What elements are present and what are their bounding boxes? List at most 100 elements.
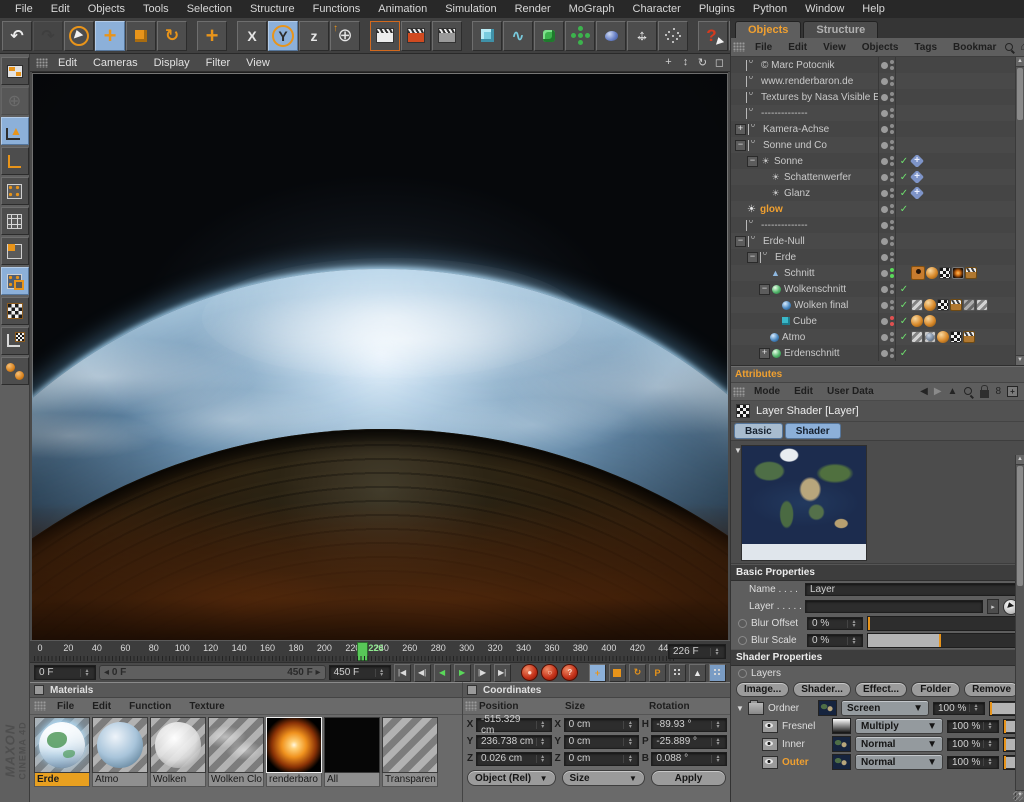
- attributes-menu-mode[interactable]: Mode: [747, 386, 787, 397]
- menu-help[interactable]: Help: [853, 3, 894, 15]
- layer-dot[interactable]: [881, 62, 888, 69]
- expander-icon[interactable]: −: [735, 140, 746, 151]
- tab-objects[interactable]: Objects: [735, 21, 801, 38]
- ik-mode-icon[interactable]: [1, 357, 29, 385]
- visibility-dots[interactable]: [890, 172, 894, 182]
- tab-structure[interactable]: Structure: [803, 21, 878, 38]
- move-icon[interactable]: [95, 21, 125, 51]
- visibility-dots[interactable]: [890, 108, 894, 118]
- materials-titlebar[interactable]: Materials: [30, 683, 462, 698]
- stripes-tag-icon[interactable]: [976, 299, 988, 311]
- eye-icon[interactable]: [762, 756, 778, 769]
- edge-mode-icon[interactable]: [1, 207, 29, 235]
- scale-icon[interactable]: [126, 21, 156, 51]
- position-field[interactable]: 236.738 cm▴▾: [476, 735, 552, 749]
- opacity-field[interactable]: 100 %▴▾: [933, 702, 985, 715]
- particles-icon[interactable]: [658, 21, 688, 51]
- texture-mode-icon[interactable]: [1, 267, 29, 295]
- material-item[interactable]: All: [324, 717, 380, 787]
- nurbs-icon[interactable]: [534, 21, 564, 51]
- layer-dot[interactable]: [881, 302, 888, 309]
- shader-preview-image[interactable]: [741, 445, 867, 561]
- opacity-spinner[interactable]: ▴▾: [983, 758, 994, 766]
- plus-box-icon[interactable]: +: [1007, 386, 1018, 397]
- home-icon[interactable]: ⌂: [1020, 41, 1024, 53]
- tree-row[interactable]: --------------: [731, 105, 1024, 121]
- tree-row[interactable]: +Erdenschnitt✓: [731, 345, 1024, 361]
- shader-layer-row[interactable]: InnerNormal▼100 %▴▾: [731, 735, 1024, 753]
- blend-mode-dropdown[interactable]: Normal▼: [855, 754, 943, 770]
- polygon-mode-icon[interactable]: [1, 237, 29, 265]
- stripes-tag-icon[interactable]: [911, 331, 923, 343]
- target-tag-icon[interactable]: [911, 187, 923, 199]
- search-icon[interactable]: [1004, 42, 1015, 53]
- layer-dot[interactable]: [881, 254, 888, 261]
- material-item[interactable]: Atmo: [92, 717, 148, 787]
- scroll-up-icon[interactable]: ▲: [1016, 455, 1024, 465]
- array-icon[interactable]: [565, 21, 595, 51]
- x-axis-icon[interactable]: [237, 21, 267, 51]
- visibility-dots[interactable]: [890, 316, 894, 326]
- ball-tag-icon[interactable]: [937, 331, 949, 343]
- opacity-spinner[interactable]: ▴▾: [983, 740, 994, 748]
- material-thumbnail[interactable]: [382, 717, 438, 773]
- back-icon[interactable]: ◀: [920, 386, 928, 397]
- goto-start-icon[interactable]: |◀: [394, 664, 411, 682]
- grip-icon[interactable]: [36, 58, 48, 68]
- shader-layer-row[interactable]: ▼OrdnerScreen▼100 %▴▾: [731, 699, 1024, 717]
- prev-frame-icon[interactable]: ◀: [434, 664, 451, 682]
- layer-dot[interactable]: [881, 94, 888, 101]
- key-position-icon[interactable]: +: [589, 664, 606, 682]
- visibility-dots[interactable]: [890, 140, 894, 150]
- position-spinner[interactable]: ▴▾: [536, 738, 547, 746]
- material-item[interactable]: renderbaro: [266, 717, 322, 787]
- menu-animation[interactable]: Animation: [369, 3, 436, 15]
- enabled-check-icon[interactable]: ✓: [898, 332, 910, 343]
- objects-menu-tags[interactable]: Tags: [906, 42, 945, 53]
- expander-icon[interactable]: +: [735, 124, 746, 135]
- tab-basic[interactable]: Basic: [734, 423, 783, 439]
- scroll-thumb[interactable]: [1017, 466, 1023, 586]
- material-thumbnail[interactable]: [34, 717, 90, 773]
- key-parameter-icon[interactable]: P: [649, 664, 666, 682]
- timeline-panel-icon[interactable]: [709, 664, 726, 682]
- layer-thumbnail[interactable]: [818, 700, 837, 716]
- object-axis-icon[interactable]: [1, 147, 29, 175]
- scroll-down-icon[interactable]: ▼: [1016, 355, 1024, 365]
- convert-icon[interactable]: [1, 87, 29, 115]
- range-end-field[interactable]: 450 F ▴▾: [329, 665, 391, 680]
- layer-dot[interactable]: [881, 318, 888, 325]
- attributes-menu-edit[interactable]: Edit: [787, 386, 820, 397]
- visibility-dots[interactable]: [890, 332, 894, 342]
- material-thumbnail[interactable]: [208, 717, 264, 773]
- visibility-dots[interactable]: [890, 252, 894, 262]
- layer-thumbnail[interactable]: [832, 754, 851, 770]
- objects-menu-edit[interactable]: Edit: [780, 42, 815, 53]
- checker-tag-icon[interactable]: [939, 267, 951, 279]
- layer-dot[interactable]: [881, 126, 888, 133]
- material-item[interactable]: Erde: [34, 717, 90, 787]
- rotation-spinner[interactable]: ▴▾: [711, 755, 722, 763]
- visibility-dots[interactable]: [890, 188, 894, 198]
- checker-tag-icon[interactable]: [950, 331, 962, 343]
- point-mode-icon[interactable]: [1, 177, 29, 205]
- menu-selection[interactable]: Selection: [178, 3, 241, 15]
- layer-dot[interactable]: [881, 110, 888, 117]
- menu-simulation[interactable]: Simulation: [436, 3, 505, 15]
- menu-objects[interactable]: Objects: [79, 3, 134, 15]
- menu-edit[interactable]: Edit: [42, 3, 79, 15]
- visibility-dots[interactable]: [890, 124, 894, 134]
- visibility-dots[interactable]: [890, 236, 894, 246]
- enabled-check-icon[interactable]: ✓: [898, 284, 910, 295]
- target-tag-icon[interactable]: [911, 171, 923, 183]
- y-axis-icon[interactable]: [268, 21, 298, 51]
- blend-mode-dropdown[interactable]: Multiply▼: [855, 718, 943, 734]
- clapper-tag-icon[interactable]: [965, 267, 977, 279]
- size-mode-dropdown[interactable]: Size▼: [562, 770, 645, 786]
- tree-row[interactable]: Atmo✓: [731, 329, 1024, 345]
- tree-row[interactable]: +Kamera-Achse: [731, 121, 1024, 137]
- enabled-check-icon[interactable]: ✓: [898, 300, 910, 311]
- clapper-tag-icon[interactable]: [950, 299, 962, 311]
- size-spinner[interactable]: ▴▾: [623, 721, 634, 729]
- stripes-tag-icon[interactable]: [911, 299, 923, 311]
